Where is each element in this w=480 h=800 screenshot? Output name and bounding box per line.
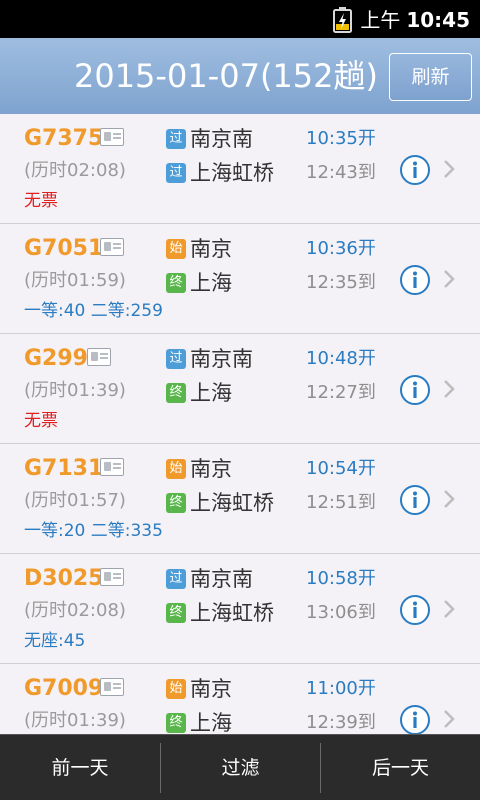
page-title: 2015-01-07(152趟) xyxy=(73,57,378,95)
train-duration: (历时01:59) xyxy=(24,270,126,291)
departure-time: 10:48开 xyxy=(306,348,376,369)
to-station: 上海 xyxy=(190,381,232,405)
train-duration: (历时01:39) xyxy=(24,710,126,731)
id-card-icon xyxy=(100,238,124,256)
info-icon[interactable] xyxy=(399,704,431,734)
to-station: 上海 xyxy=(190,711,232,734)
from-station-badge: 过 xyxy=(166,569,186,589)
departure-time: 10:36开 xyxy=(306,238,376,259)
to-station: 上海虹桥 xyxy=(190,601,274,625)
arrival-time: 12:39到 xyxy=(306,712,376,733)
train-number: G7131 xyxy=(24,456,104,481)
ticket-availability: 一等:20 二等:335 xyxy=(24,521,163,541)
status-ampm: 上午 xyxy=(360,8,401,32)
info-icon[interactable] xyxy=(399,154,431,186)
train-duration: (历时01:39) xyxy=(24,380,126,401)
train-number: G7009 xyxy=(24,676,104,701)
train-row[interactable]: G7131 (历时01:57) 一等:20 二等:335 始 南京 10:54开… xyxy=(0,444,480,554)
train-list[interactable]: G7375 (历时02:08) 无票 过 南京南 10:35开 过 上海虹桥 1… xyxy=(0,114,480,734)
from-station: 南京 xyxy=(190,237,232,261)
to-station-badge: 终 xyxy=(166,493,186,513)
chevron-right-icon[interactable] xyxy=(442,488,456,510)
id-card-icon xyxy=(87,348,111,366)
ticket-availability: 无票 xyxy=(24,411,58,431)
to-station-badge: 终 xyxy=(166,383,186,403)
departure-time: 10:58开 xyxy=(306,568,376,589)
from-station-badge: 始 xyxy=(166,459,186,479)
status-clock: 上午 10:45 xyxy=(360,6,470,34)
from-station: 南京南 xyxy=(190,347,253,371)
id-card-icon xyxy=(100,128,124,146)
train-row[interactable]: G7009 (历时01:39) 始 南京 11:00开 终 上海 12:39到 xyxy=(0,664,480,734)
to-station-badge: 终 xyxy=(166,713,186,733)
train-row[interactable]: G7051 (历时01:59) 一等:40 二等:259 始 南京 10:36开… xyxy=(0,224,480,334)
arrival-time: 12:43到 xyxy=(306,162,376,183)
train-row[interactable]: D3025 (历时02:08) 无座:45 过 南京南 10:58开 终 上海虹… xyxy=(0,554,480,664)
info-icon[interactable] xyxy=(399,594,431,626)
from-station-badge: 过 xyxy=(166,349,186,369)
filter-button[interactable]: 过滤 xyxy=(161,735,320,800)
train-number: D3025 xyxy=(24,566,104,591)
chevron-right-icon[interactable] xyxy=(442,378,456,400)
from-station: 南京 xyxy=(190,457,232,481)
train-row[interactable]: G299 (历时01:39) 无票 过 南京南 10:48开 终 上海 12:2… xyxy=(0,334,480,444)
train-number: G7375 xyxy=(24,126,104,151)
ticket-availability: 无座:45 xyxy=(24,631,86,651)
refresh-button[interactable]: 刷新 xyxy=(389,53,472,101)
info-icon[interactable] xyxy=(399,484,431,516)
to-station: 上海虹桥 xyxy=(190,161,274,185)
from-station-badge: 始 xyxy=(166,239,186,259)
arrival-time: 12:51到 xyxy=(306,492,376,513)
status-time: 10:45 xyxy=(406,8,470,32)
info-icon[interactable] xyxy=(399,264,431,296)
from-station: 南京 xyxy=(190,677,232,701)
from-station: 南京南 xyxy=(190,567,253,591)
from-station: 南京南 xyxy=(190,127,253,151)
chevron-right-icon[interactable] xyxy=(442,158,456,180)
ticket-availability: 无票 xyxy=(24,191,58,211)
arrival-time: 12:27到 xyxy=(306,382,376,403)
next-day-button[interactable]: 后一天 xyxy=(321,735,480,800)
from-station-badge: 过 xyxy=(166,129,186,149)
arrival-time: 12:35到 xyxy=(306,272,376,293)
train-row[interactable]: G7375 (历时02:08) 无票 过 南京南 10:35开 过 上海虹桥 1… xyxy=(0,114,480,224)
train-duration: (历时01:57) xyxy=(24,490,126,511)
arrival-time: 13:06到 xyxy=(306,602,376,623)
id-card-icon xyxy=(100,568,124,586)
train-duration: (历时02:08) xyxy=(24,600,126,621)
train-number: G299 xyxy=(24,346,88,371)
battery-charging-icon xyxy=(333,7,352,33)
departure-time: 10:54开 xyxy=(306,458,376,479)
to-station-badge: 终 xyxy=(166,603,186,623)
to-station: 上海虹桥 xyxy=(190,491,274,515)
from-station-badge: 始 xyxy=(166,679,186,699)
departure-time: 11:00开 xyxy=(306,678,376,699)
train-number: G7051 xyxy=(24,236,104,261)
to-station: 上海 xyxy=(190,271,232,295)
chevron-right-icon[interactable] xyxy=(442,708,456,730)
info-icon[interactable] xyxy=(399,374,431,406)
prev-day-button[interactable]: 前一天 xyxy=(0,735,160,800)
id-card-icon xyxy=(100,678,124,696)
status-bar: 上午 10:45 xyxy=(0,0,480,38)
id-card-icon xyxy=(100,458,124,476)
departure-time: 10:35开 xyxy=(306,128,376,149)
chevron-right-icon[interactable] xyxy=(442,598,456,620)
to-station-badge: 过 xyxy=(166,163,186,183)
chevron-right-icon[interactable] xyxy=(442,268,456,290)
bottom-action-bar: 前一天 过滤 后一天 xyxy=(0,734,480,800)
ticket-availability: 一等:40 二等:259 xyxy=(24,301,163,321)
train-duration: (历时02:08) xyxy=(24,160,126,181)
header: 2015-01-07(152趟) 刷新 xyxy=(0,38,480,114)
to-station-badge: 终 xyxy=(166,273,186,293)
